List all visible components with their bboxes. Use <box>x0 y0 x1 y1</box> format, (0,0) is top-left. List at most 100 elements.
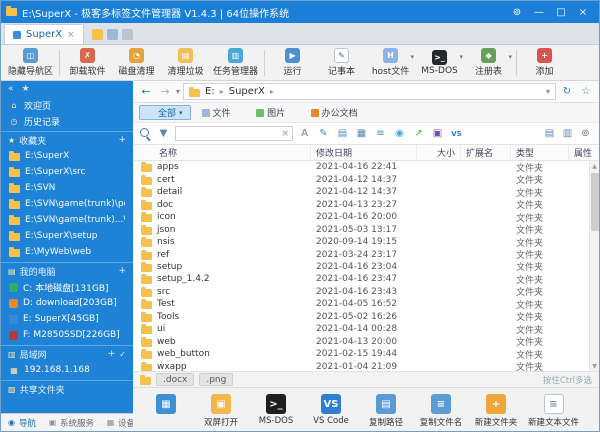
disk-clean-button[interactable]: ◔磁盘清理▾ <box>112 46 161 80</box>
purple-app-icon[interactable]: ▣ <box>430 126 445 141</box>
history-dropdown-icon[interactable]: ▾ <box>176 87 180 96</box>
add-favorite-icon[interactable]: + <box>118 135 126 145</box>
hosts-button[interactable]: Hhost文件▾ <box>366 46 415 80</box>
file-row[interactable]: detail 2021-04-12 14:37 文件夹 <box>133 186 589 198</box>
extension-filter-chip[interactable]: .png <box>199 373 233 386</box>
column-name[interactable]: 名称 <box>133 145 311 160</box>
preview-icon[interactable]: ◉ <box>392 126 407 141</box>
check-icon[interactable]: ✓ <box>119 350 126 359</box>
uninstall-button[interactable]: ✗卸载软件▾ <box>63 46 112 80</box>
close-button[interactable]: × <box>572 3 594 21</box>
favorite-item[interactable]: E:\MyWeb\web <box>1 244 133 260</box>
file-row[interactable]: setup 2021-04-16 23:04 文件夹 <box>133 261 589 273</box>
layout-columns-icon[interactable]: ▤ <box>542 126 557 141</box>
clean-junk-button[interactable]: ▤清理垃圾▾ <box>161 46 210 80</box>
breadcrumb-folder[interactable]: SuperX <box>226 86 268 97</box>
filter-input[interactable]: × <box>175 126 293 141</box>
copy-name-button[interactable]: ≡ 复制文件名 <box>418 394 464 425</box>
document-icon[interactable] <box>107 29 118 40</box>
copy-path-button[interactable]: ▤ 复制路径 <box>363 394 409 425</box>
add-lan-icon[interactable]: + <box>108 349 116 359</box>
favorite-item[interactable]: E:\SVN <box>1 180 133 196</box>
file-row[interactable]: cert 2021-04-12 14:37 文件夹 <box>133 173 589 185</box>
column-attr[interactable]: 属性 <box>569 145 597 160</box>
image-filter-filter[interactable]: 图片▾ <box>248 105 300 120</box>
collapse-sidebar-icon[interactable]: « <box>8 84 14 94</box>
file-row[interactable]: icon 2021-04-16 20:00 文件夹 <box>133 211 589 223</box>
file-row[interactable]: wxapp 2021-01-04 21:09 文件夹 <box>133 361 589 372</box>
settings-gear-icon[interactable]: ⊚ <box>578 126 593 141</box>
refresh-drives-icon[interactable]: + <box>118 266 126 276</box>
address-dropdown-icon[interactable]: ▾ <box>546 87 550 96</box>
scroll-up-icon[interactable]: ▲ <box>592 161 597 171</box>
rename-icon[interactable]: ✎ <box>316 126 331 141</box>
scroll-down-icon[interactable]: ▼ <box>592 361 597 371</box>
clone-tab-icon[interactable] <box>122 29 133 40</box>
breadcrumb-drive[interactable]: E: <box>202 86 218 97</box>
favorite-item[interactable]: E:\SVN\game(trunk)\pc\SuperX <box>1 196 133 212</box>
column-size[interactable]: 大小 <box>417 145 461 160</box>
vertical-scrollbar[interactable]: ▲ ▼ <box>589 161 599 371</box>
refresh-icon[interactable]: ↻ <box>559 84 575 100</box>
back-icon[interactable]: ← <box>138 84 154 100</box>
layout-panes-icon[interactable]: ▥ <box>560 126 575 141</box>
task-manager-button[interactable]: ▥任务管理器▾ <box>210 46 261 80</box>
msdos-button[interactable]: >_MS-DOS▾ <box>415 46 464 80</box>
notepad-button[interactable]: ✎记事本▾ <box>317 46 366 80</box>
new-folder-button[interactable]: + 新建文件夹 <box>473 394 519 425</box>
share-icon[interactable]: ↗ <box>411 126 426 141</box>
clear-icon[interactable]: × <box>281 129 289 139</box>
drive-item[interactable]: D: download[203GB] <box>1 295 133 311</box>
dev-tab-tab[interactable]: ▦设备 <box>100 414 133 431</box>
favorite-star-icon[interactable]: ☆ <box>578 84 594 100</box>
msdos-big-button[interactable]: >_ MS-DOS <box>253 394 299 425</box>
column-type[interactable]: 类型 <box>511 145 569 160</box>
sort-icon[interactable]: A <box>297 126 312 141</box>
vscode-button[interactable]: VS VS Code <box>308 394 354 425</box>
search-icon[interactable] <box>139 127 152 140</box>
registry-button[interactable]: ◆注册表▾ <box>464 46 513 80</box>
all-filter[interactable]: 全部▾ <box>139 105 191 120</box>
tab-close-icon[interactable]: × <box>67 30 75 40</box>
add-button[interactable]: +添加▾ <box>520 46 569 80</box>
tab-superx[interactable]: SuperX × <box>4 24 84 44</box>
forward-icon[interactable]: → <box>157 84 173 100</box>
file-row[interactable]: Tools 2021-05-02 16:26 文件夹 <box>133 311 589 323</box>
file-row[interactable]: json 2021-05-03 13:17 文件夹 <box>133 223 589 235</box>
file-row[interactable]: doc 2021-04-13 23:27 文件夹 <box>133 198 589 210</box>
favorite-item[interactable]: E:\SuperX\src <box>1 164 133 180</box>
scrollbar-thumb[interactable] <box>591 173 599 231</box>
apps-grid-button[interactable]: ▦ <box>143 394 189 425</box>
lan-item[interactable]: ▦ 192.168.1.168 <box>1 362 133 378</box>
file-row[interactable]: ui 2021-04-14 00:28 文件夹 <box>133 323 589 335</box>
drive-item[interactable]: E: SuperX[45GB] <box>1 311 133 327</box>
breadcrumb[interactable]: E: ▸ SuperX ▸ ▾ <box>183 83 556 100</box>
favorite-item[interactable]: E:\SuperX\setup <box>1 228 133 244</box>
new-tab-folder-icon[interactable] <box>92 29 103 40</box>
nav-tab-tab[interactable]: ◉导航 <box>1 414 42 431</box>
drive-item[interactable]: F: M2850SSD[226GB] <box>1 327 133 343</box>
favorite-item[interactable]: E:\SVN\game(trunk)...\application <box>1 212 133 228</box>
file-row[interactable]: web 2021-04-13 20:00 文件夹 <box>133 336 589 348</box>
new-text-button[interactable]: ≡ 新建文本文件 <box>528 394 579 425</box>
file-row[interactable]: apps 2021-04-16 22:41 文件夹 <box>133 161 589 173</box>
sidebar-item-welcome[interactable]: ⌂ 欢迎页 <box>1 97 133 113</box>
drive-item[interactable]: C: 本地磁盘[131GB] <box>1 279 133 295</box>
column-ext[interactable]: 扩展名 <box>461 145 511 160</box>
file-row[interactable]: Test 2021-04-05 16:52 文件夹 <box>133 298 589 310</box>
file-row[interactable]: ref 2021-03-24 23:17 文件夹 <box>133 248 589 260</box>
sidebar-item-history[interactable]: ◷ 历史记录 <box>1 113 133 129</box>
file-row[interactable]: nsis 2020-09-14 19:15 文件夹 <box>133 236 589 248</box>
run-button[interactable]: ▶运行▾ <box>268 46 317 80</box>
view-details-icon[interactable]: ▤ <box>335 126 350 141</box>
favorite-item[interactable]: E:\SuperX <box>1 148 133 164</box>
maximize-button[interactable]: □ <box>550 3 572 21</box>
file-row[interactable]: web_button 2021-02-15 19:44 文件夹 <box>133 348 589 360</box>
hide-nav-button[interactable]: ◫隐藏导航区▾ <box>5 46 56 80</box>
extension-filter-chip[interactable]: .docx <box>156 373 194 386</box>
file-row[interactable]: src 2021-04-16 23:43 文件夹 <box>133 286 589 298</box>
view-icons-icon[interactable]: ▦ <box>354 126 369 141</box>
view-list-icon[interactable]: ≡ <box>373 126 388 141</box>
gear-icon[interactable]: ⊚ <box>506 3 528 21</box>
office-filter-filter[interactable]: 办公文档▾ <box>303 105 373 120</box>
